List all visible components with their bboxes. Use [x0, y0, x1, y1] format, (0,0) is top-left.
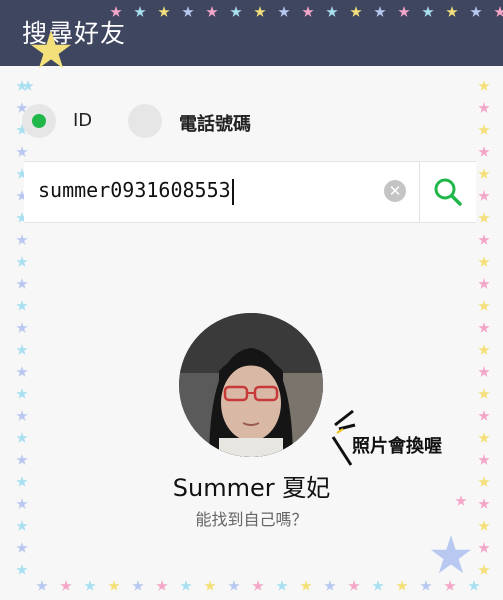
star-decoration	[396, 580, 408, 591]
star-decoration	[324, 580, 336, 591]
star-decoration	[478, 146, 490, 157]
star-decoration	[478, 80, 490, 91]
profile-subtitle: 能找到自己嗎？	[195, 510, 308, 529]
search-input-value: summer0931608553	[38, 178, 231, 202]
radio-phone[interactable]	[128, 104, 162, 138]
radio-id-label[interactable]: ID	[73, 110, 92, 131]
star-decoration	[478, 256, 490, 267]
star-decoration	[16, 432, 28, 443]
star-decoration	[156, 580, 168, 591]
radio-phone-label[interactable]: 電話號碼	[179, 110, 251, 136]
star-decoration	[84, 580, 96, 591]
star-decoration	[132, 580, 144, 591]
star-decoration	[420, 580, 432, 591]
annotation-text: 照片會換喔	[352, 436, 442, 457]
search-bar: summer0931608553 ✕	[24, 161, 476, 223]
page-title: 搜尋好友	[22, 19, 127, 48]
star-decoration	[348, 580, 360, 591]
star-decoration	[478, 190, 490, 201]
star-decoration	[478, 542, 490, 553]
clear-icon[interactable]: ✕	[384, 180, 406, 202]
star-decoration	[16, 300, 28, 311]
star-decoration	[204, 580, 216, 591]
star-decoration	[478, 410, 490, 421]
star-decoration	[478, 234, 490, 245]
star-decoration	[108, 580, 120, 591]
star-decoration	[16, 542, 28, 553]
star-decoration	[478, 432, 490, 443]
star-decoration	[430, 535, 472, 574]
star-decoration	[180, 580, 192, 591]
star-decoration	[16, 388, 28, 399]
star-decoration	[252, 580, 264, 591]
star-decoration	[478, 168, 490, 179]
star-decoration	[478, 388, 490, 399]
star-decoration	[16, 278, 28, 289]
star-decoration	[276, 580, 288, 591]
star-decoration	[478, 564, 490, 575]
star-decoration	[444, 580, 456, 591]
radio-selected-dot	[32, 114, 46, 128]
star-decoration	[16, 564, 28, 575]
search-divider	[419, 162, 420, 222]
profile-avatar[interactable]	[179, 313, 323, 457]
star-decoration	[300, 580, 312, 591]
star-decoration	[468, 580, 480, 591]
star-decoration	[36, 580, 48, 591]
star-decoration	[372, 580, 384, 591]
star-decoration	[16, 146, 28, 157]
star-decoration	[16, 234, 28, 245]
star-decoration	[16, 366, 28, 377]
star-decoration	[16, 454, 28, 465]
star-decoration	[478, 322, 490, 333]
radio-id[interactable]	[22, 104, 56, 138]
star-decoration	[478, 278, 490, 289]
star-decoration	[60, 580, 72, 591]
avatar-photo	[179, 313, 323, 457]
star-decoration	[16, 256, 28, 267]
star-decoration	[478, 366, 490, 377]
star-decoration	[478, 454, 490, 465]
star-decoration	[16, 322, 28, 333]
search-icon[interactable]	[432, 176, 464, 208]
star-decoration	[16, 344, 28, 355]
star-decoration	[478, 344, 490, 355]
text-caret	[231, 178, 234, 205]
search-type-selector: ID 電話號碼	[22, 102, 482, 142]
profile-name: Summer 夏妃	[172, 474, 331, 502]
star-decoration	[16, 410, 28, 421]
star-decoration	[228, 580, 240, 591]
star-decoration	[478, 300, 490, 311]
star-decoration	[478, 212, 490, 223]
search-input[interactable]: summer0931608553	[38, 178, 234, 205]
